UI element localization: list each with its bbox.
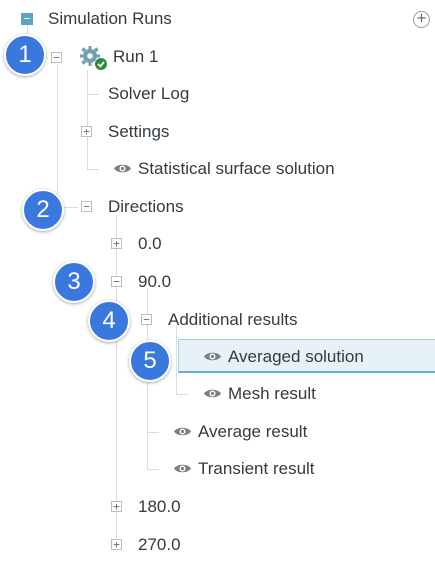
eye-icon[interactable] — [203, 387, 222, 400]
tree-guide-line — [87, 70, 88, 170]
tree-node-averaged-solution[interactable]: Averaged solution — [203, 347, 364, 367]
tree-node-simulation-runs[interactable]: Simulation Runs — [48, 9, 172, 29]
collapse-toggle-simulation-runs[interactable]: − — [21, 13, 33, 25]
gear-check-icon — [80, 46, 107, 70]
callout-badge-2: 2 — [22, 189, 64, 231]
tree-node-label: Transient result — [198, 459, 315, 478]
tree-node-direction-90[interactable]: 90.0 — [138, 272, 171, 292]
tree-node-label: Average result — [198, 422, 308, 441]
tree-node-transient-result[interactable]: Transient result — [173, 459, 315, 479]
tree-node-label: Averaged solution — [228, 347, 364, 366]
tree-guide-line — [116, 215, 117, 545]
tree-guide-line — [147, 432, 159, 433]
tree-guide-line — [147, 469, 159, 470]
tree-node-solver-log[interactable]: Solver Log — [108, 84, 189, 104]
tree-guide-line — [176, 326, 177, 394]
tree-guide-line — [176, 394, 188, 395]
eye-icon[interactable] — [173, 425, 192, 438]
expand-toggle-settings[interactable]: + — [81, 126, 92, 137]
collapse-toggle-directions[interactable]: − — [81, 201, 92, 212]
tree-node-direction-180[interactable]: 180.0 — [138, 497, 181, 517]
tree-guide-line — [87, 169, 99, 170]
add-run-button[interactable]: + — [413, 11, 430, 28]
tree-node-direction-270[interactable]: 270.0 — [138, 535, 181, 555]
collapse-toggle-run[interactable]: − — [51, 52, 62, 63]
expand-toggle-direction-270[interactable]: + — [111, 539, 122, 550]
collapse-toggle-additional-results[interactable]: − — [141, 314, 152, 325]
expand-toggle-direction-0[interactable]: + — [111, 238, 122, 249]
tree-node-label: Mesh result — [228, 384, 316, 403]
callout-badge-1: 1 — [4, 34, 46, 76]
tree-node-mesh-result[interactable]: Mesh result — [203, 384, 316, 404]
tree-node-direction-0[interactable]: 0.0 — [138, 234, 162, 254]
tree-node-label: Statistical surface solution — [138, 159, 335, 178]
callout-badge-3: 3 — [53, 261, 95, 303]
tree-node-run-1[interactable]: Run 1 — [113, 47, 158, 67]
simulation-tree: − Simulation Runs + − Run 1 Solver Log +… — [0, 0, 435, 564]
tree-guide-line — [57, 64, 58, 207]
expand-toggle-direction-180[interactable]: + — [111, 501, 122, 512]
eye-icon[interactable] — [173, 462, 192, 475]
tree-guide-line — [87, 94, 99, 95]
eye-icon[interactable] — [203, 350, 222, 363]
tree-node-statistical-surface-solution[interactable]: Statistical surface solution — [113, 159, 335, 179]
tree-node-settings[interactable]: Settings — [108, 122, 169, 142]
callout-badge-4: 4 — [88, 300, 130, 342]
callout-badge-5: 5 — [129, 340, 171, 382]
tree-node-directions[interactable]: Directions — [108, 197, 184, 217]
eye-icon[interactable] — [113, 162, 132, 175]
tree-node-additional-results[interactable]: Additional results — [168, 310, 297, 330]
tree-node-average-result[interactable]: Average result — [173, 422, 307, 442]
collapse-toggle-direction-90[interactable]: − — [111, 276, 122, 287]
